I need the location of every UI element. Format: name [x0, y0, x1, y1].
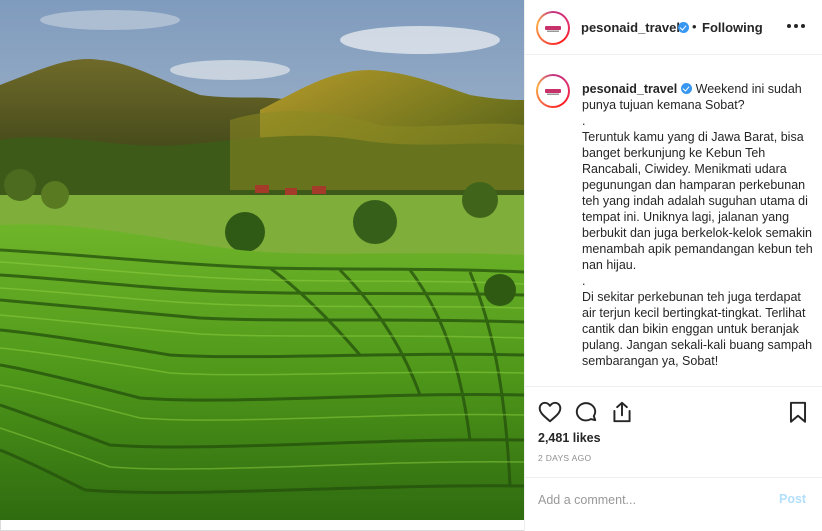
header-separator: •	[692, 19, 697, 34]
heart-icon[interactable]	[537, 399, 563, 425]
header-username[interactable]: pesonaid_travel	[581, 20, 680, 35]
comment-icon[interactable]	[573, 399, 599, 425]
caption-text: pesonaid_travel Weekend ini sudah punya …	[582, 81, 818, 369]
comment-input[interactable]	[538, 492, 758, 508]
comment-bar: Post	[525, 477, 822, 520]
share-icon[interactable]	[609, 399, 635, 425]
caption-area: pesonaid_travel Weekend ini sudah punya …	[525, 56, 822, 386]
bookmark-icon[interactable]	[785, 399, 811, 425]
tea-plantation-image	[0, 0, 524, 520]
post-side-panel: pesonaid_travel • Following pesonaid_tra…	[524, 0, 822, 531]
caption-avatar[interactable]	[536, 74, 570, 108]
post-header: pesonaid_travel • Following	[525, 0, 822, 55]
verified-badge-icon	[681, 83, 693, 94]
action-bar	[525, 386, 822, 436]
brand-logo-icon	[545, 89, 561, 95]
more-options-icon[interactable]	[787, 18, 805, 34]
caption-username[interactable]: pesonaid_travel	[582, 82, 677, 96]
post-photo[interactable]	[0, 0, 524, 520]
post-timestamp[interactable]: 2 DAYS AGO	[538, 453, 591, 463]
brand-logo-icon	[545, 26, 561, 32]
following-button[interactable]: Following	[702, 20, 763, 35]
post-comment-button[interactable]: Post	[779, 492, 806, 506]
likes-count[interactable]: 2,481 likes	[538, 431, 601, 445]
verified-badge-icon	[678, 22, 689, 33]
caption-body: Weekend ini sudah punya tujuan kemana So…	[582, 82, 813, 368]
avatar[interactable]	[536, 11, 570, 45]
